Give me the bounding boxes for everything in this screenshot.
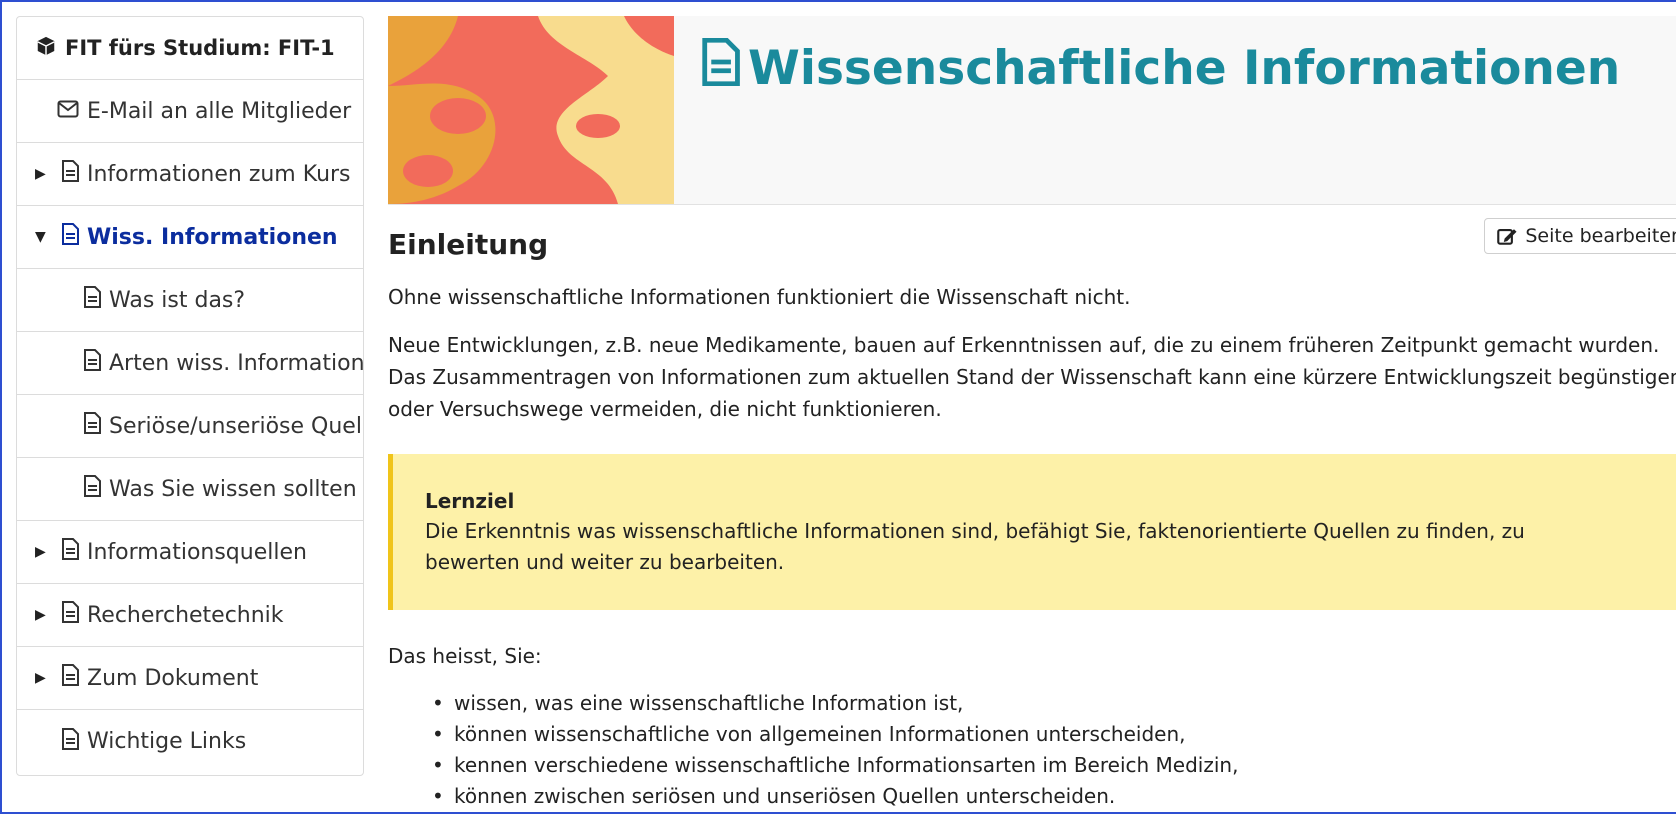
email-all-members-link[interactable]: E-Mail an alle Mitglieder [17,80,363,143]
section-heading: Einleitung [388,228,549,261]
document-icon [61,727,79,756]
sidebar: FIT fürs Studium: FIT-1 E-Mail an alle M… [16,16,364,776]
page-title: Wissenschaftliche Informationen [700,37,1621,98]
document-icon [700,37,740,98]
sidebar-item-label: Was ist das? [109,287,246,313]
sidebar-item-label: Wichtige Links [87,729,247,754]
sidebar-item-label: Informationsquellen [87,539,307,565]
sidebar-item-label: Recherchetechnik [87,602,284,628]
edit-page-label: Seite bearbeiten [1525,225,1676,247]
callout-text: Die Erkenntnis was wissenschaftliche Inf… [425,519,1525,574]
list-item: können zwischen seriösen und unseriösen … [432,781,1238,812]
intro-paragraph: Ohne wissenschaftliche Informationen fun… [388,285,1131,309]
list-item: können wissenschaftliche von allgemeinen… [432,719,1238,750]
edit-icon [1497,228,1517,245]
sidebar-item-was-ist-das[interactable]: Was ist das? [17,269,363,332]
caret-right-icon[interactable]: ▶ [35,166,47,182]
sidebar-item-label: Arten wiss. Informationen [109,350,363,376]
document-icon [83,349,101,377]
list-item: wissen, was eine wissenschaftliche Infor… [432,688,1238,719]
body-paragraph: Neue Entwicklungen, z.B. neue Medikament… [388,333,1676,421]
learning-goal-list: wissen, was eine wissenschaftliche Infor… [432,688,1238,812]
list-item: kennen verschiedene wissenschaftliche In… [432,750,1238,781]
document-icon [61,160,79,188]
caret-right-icon[interactable]: ▶ [35,670,47,686]
sidebar-item-label: Seriöse/unseriöse Quellen [109,413,363,439]
caret-right-icon[interactable]: ▶ [35,607,47,623]
sidebar-item-informationsquellen[interactable]: ▶ Informationsquellen [17,521,363,584]
sidebar-item-label: Zum Dokument [87,665,259,691]
document-icon [61,664,79,692]
sidebar-item-arten-wiss-informationen[interactable]: Arten wiss. Informationen [17,332,363,395]
cube-icon [35,35,57,62]
edit-page-button[interactable]: Seite bearbeiten [1484,218,1676,254]
document-icon [83,475,101,503]
envelope-icon [57,99,79,124]
email-label: E-Mail an alle Mitglieder [87,98,352,124]
page-title-text: Wissenschaftliche Informationen [748,40,1621,96]
list-intro: Das heisst, Sie: [388,644,542,668]
caret-right-icon[interactable]: ▶ [35,544,47,560]
document-icon [61,601,79,629]
document-icon [83,286,101,314]
sidebar-item-recherchetechnik[interactable]: ▶ Recherchetechnik [17,584,363,647]
course-title-link[interactable]: FIT fürs Studium: FIT-1 [17,17,363,80]
caret-down-icon[interactable]: ▼ [35,229,47,245]
sidebar-item-label: Wiss. Informationen [87,224,338,250]
sidebar-item-serioese-quellen[interactable]: Seriöse/unseriöse Quellen [17,395,363,458]
document-icon [61,223,79,251]
sidebar-item-wiss-informationen[interactable]: ▼ Wiss. Informationen [17,206,363,269]
page-header: Wissenschaftliche Informationen [388,16,1676,205]
learning-goal-callout: Lernziel Die Erkenntnis was wissenschaft… [388,454,1676,610]
document-icon [61,538,79,566]
course-title: FIT fürs Studium: FIT-1 [65,36,335,60]
header-image [388,16,674,204]
sidebar-item-was-sie-wissen-sollten[interactable]: Was Sie wissen sollten [17,458,363,521]
document-icon [83,412,101,440]
sidebar-item-wichtige-links[interactable]: Wichtige Links [17,710,363,773]
sidebar-item-label: Informationen zum Kurs [87,161,351,187]
sidebar-item-label: Was Sie wissen sollten [109,476,357,502]
sidebar-item-informationen-zum-kurs[interactable]: ▶ Informationen zum Kurs [17,143,363,206]
sidebar-item-zum-dokument[interactable]: ▶ Zum Dokument [17,647,363,710]
callout-label: Lernziel [425,489,515,513]
